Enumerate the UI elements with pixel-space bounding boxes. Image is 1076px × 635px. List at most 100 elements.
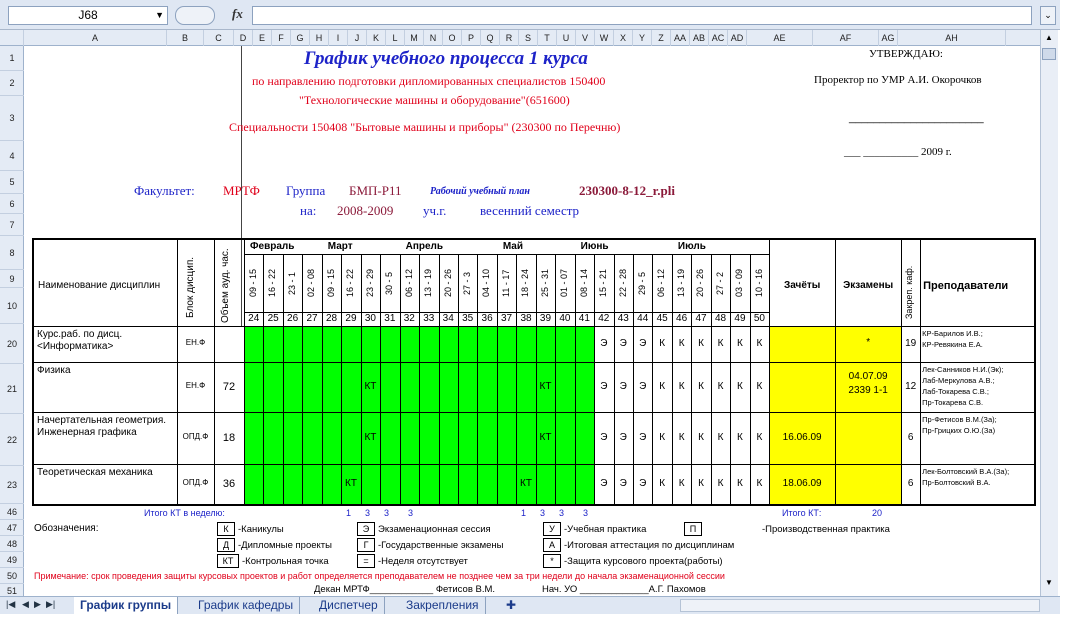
week-divider <box>574 464 576 504</box>
week-range: 30 - 5 <box>384 271 395 295</box>
column-divider <box>835 464 837 504</box>
column-header[interactable]: M <box>405 30 424 46</box>
column-header[interactable]: AE <box>747 30 813 46</box>
row-header[interactable]: 20 <box>0 324 24 364</box>
column-header[interactable]: P <box>462 30 481 46</box>
row-header[interactable]: 48 <box>0 536 24 552</box>
row-header[interactable]: 3 <box>0 96 24 141</box>
column-header[interactable]: Y <box>633 30 652 46</box>
session-marker: К <box>717 478 724 489</box>
row-header[interactable]: 4 <box>0 141 24 171</box>
formula-bar-resize-handle[interactable] <box>175 6 215 25</box>
row-header[interactable]: 1 <box>0 46 24 71</box>
week-range: 13 - 19 <box>675 268 686 298</box>
scroll-down-icon[interactable]: ▼ <box>1042 578 1056 592</box>
column-header[interactable]: F <box>272 30 291 46</box>
row-header[interactable]: 9 <box>0 270 24 288</box>
column-header[interactable]: D <box>234 30 253 46</box>
column-header[interactable]: B <box>167 30 204 46</box>
column-header[interactable]: AB <box>690 30 709 46</box>
row-header[interactable]: 7 <box>0 214 24 236</box>
column-header[interactable]: AD <box>728 30 747 46</box>
week-divider <box>302 412 304 464</box>
column-header[interactable]: W <box>595 30 614 46</box>
department-column-header: Закреп. каф. <box>904 265 915 319</box>
column-header[interactable]: K <box>367 30 386 46</box>
session-marker: К <box>756 381 763 392</box>
row-header[interactable]: 47 <box>0 520 24 536</box>
tab-group-schedule[interactable]: График группы <box>74 597 179 614</box>
next-sheet-icon[interactable]: ▶ <box>34 599 41 610</box>
row-header[interactable]: 22 <box>0 414 24 466</box>
column-header[interactable]: H <box>310 30 329 46</box>
row-header[interactable]: 50 <box>0 568 24 584</box>
last-sheet-icon[interactable]: ▶| <box>46 599 55 610</box>
column-header[interactable]: AG <box>879 30 898 46</box>
column-header[interactable]: U <box>557 30 576 46</box>
expand-formula-bar-button[interactable]: ⌄ <box>1040 6 1056 25</box>
row-header[interactable]: 23 <box>0 466 24 504</box>
name-box[interactable]: J68 ▼ <box>8 6 168 25</box>
column-header[interactable]: AH <box>898 30 1006 46</box>
row-header[interactable]: 6 <box>0 194 24 214</box>
row-header[interactable]: 5 <box>0 171 24 194</box>
column-header[interactable]: E <box>253 30 272 46</box>
formula-input[interactable] <box>252 6 1032 25</box>
scroll-up-icon[interactable]: ▲ <box>1042 33 1056 47</box>
session-marker: К <box>659 478 666 489</box>
discipline-block: ОПД.Ф <box>182 432 209 441</box>
vertical-scroll-thumb[interactable] <box>1042 48 1056 60</box>
week-number: 44 <box>637 313 649 324</box>
kt-week-total: 3 <box>384 508 390 518</box>
week-divider <box>321 326 323 362</box>
legend-text: Экзаменационная сессия <box>378 524 491 535</box>
column-header[interactable]: A <box>24 30 167 46</box>
tab-assignments[interactable]: Закрепления <box>400 597 486 614</box>
tab-department-schedule[interactable]: График кафедры <box>192 597 301 614</box>
row-header[interactable]: 8 <box>0 236 24 270</box>
column-header[interactable]: O <box>443 30 462 46</box>
column-header[interactable]: S <box>519 30 538 46</box>
column-header[interactable]: G <box>291 30 310 46</box>
insert-function-icon[interactable]: fx <box>232 6 243 22</box>
week-divider <box>419 464 421 504</box>
column-header[interactable]: V <box>576 30 595 46</box>
column-header[interactable]: AF <box>813 30 879 46</box>
week-range: 20 - 26 <box>695 268 706 298</box>
week-range: 27 - 3 <box>461 271 472 295</box>
row-header[interactable]: 21 <box>0 364 24 414</box>
week-number: 32 <box>403 313 415 324</box>
dropdown-arrow-icon[interactable]: ▼ <box>155 7 164 24</box>
signature-line: ______________________ <box>849 112 984 124</box>
row-header[interactable]: 10 <box>0 288 24 324</box>
column-header[interactable]: Z <box>652 30 671 46</box>
row-header[interactable]: 46 <box>0 504 24 520</box>
column-header[interactable]: T <box>538 30 557 46</box>
prev-sheet-icon[interactable]: ◀ <box>22 599 29 610</box>
column-header[interactable]: Q <box>481 30 500 46</box>
week-range: 15 - 21 <box>598 268 609 298</box>
column-header[interactable]: J <box>348 30 367 46</box>
week-number: 47 <box>695 313 707 324</box>
column-header[interactable]: C <box>204 30 234 46</box>
tab-dispatcher[interactable]: Диспетчер <box>313 597 385 614</box>
row-header[interactable]: 2 <box>0 71 24 96</box>
column-header[interactable]: AC <box>709 30 728 46</box>
week-number: 30 <box>364 313 376 324</box>
column-header[interactable]: R <box>500 30 519 46</box>
session-marker: К <box>717 432 724 443</box>
insert-sheet-icon[interactable]: ✚ <box>500 597 522 614</box>
column-header[interactable]: N <box>424 30 443 46</box>
horizontal-scrollbar[interactable] <box>680 599 1040 612</box>
select-all-corner[interactable] <box>0 30 24 46</box>
first-sheet-icon[interactable]: |◀ <box>6 599 15 610</box>
teachers-list: Лек-Болтовский В.А.(За); Пр-Болтовский В… <box>922 467 1010 487</box>
column-header[interactable]: I <box>329 30 348 46</box>
vertical-scrollbar[interactable] <box>1040 30 1058 596</box>
column-header[interactable]: L <box>386 30 405 46</box>
kt-week-total: 3 <box>559 508 565 518</box>
column-header[interactable]: X <box>614 30 633 46</box>
week-divider <box>399 412 401 464</box>
column-header[interactable]: AA <box>671 30 690 46</box>
row-header[interactable]: 49 <box>0 552 24 568</box>
